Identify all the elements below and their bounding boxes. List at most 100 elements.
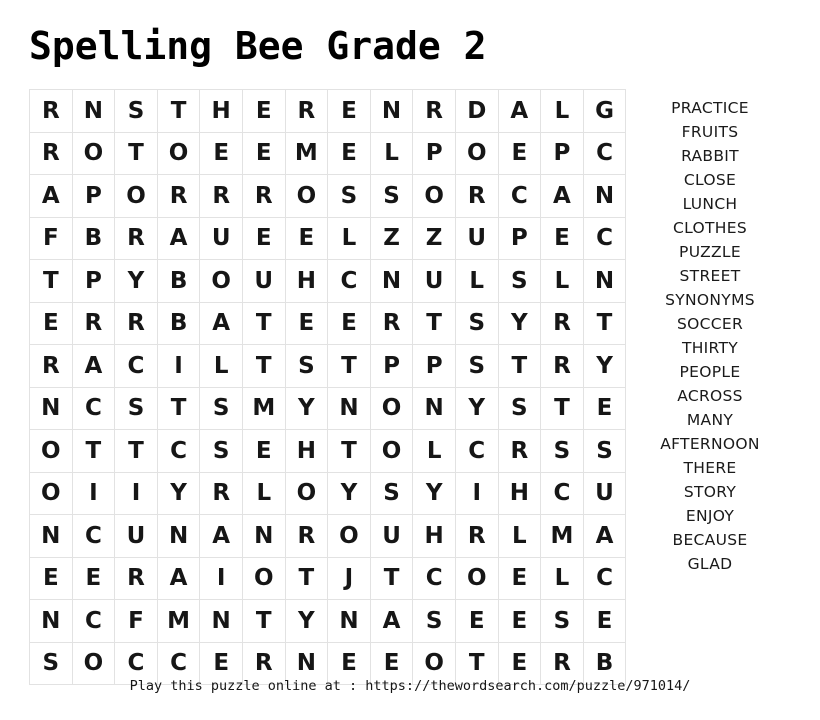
grid-cell[interactable]: R	[284, 89, 329, 133]
grid-cell[interactable]: P	[71, 174, 116, 218]
grid-cell[interactable]: Z	[412, 216, 456, 260]
grid-cell[interactable]: E	[241, 216, 286, 260]
grid-cell[interactable]: I	[454, 471, 499, 515]
word-list-item[interactable]: ACROSS	[620, 384, 800, 408]
word-list-item[interactable]: CLOSE	[620, 168, 800, 192]
grid-cell[interactable]: L	[454, 259, 499, 303]
grid-cell[interactable]: C	[497, 174, 542, 218]
grid-cell[interactable]: N	[369, 89, 414, 133]
word-list-item[interactable]: SYNONYMS	[620, 288, 800, 312]
grid-cell[interactable]: M	[540, 514, 584, 558]
grid-cell[interactable]: E	[327, 89, 371, 133]
grid-cell[interactable]: U	[199, 216, 243, 260]
grid-cell[interactable]: R	[241, 174, 286, 218]
grid-cell[interactable]: S	[540, 599, 584, 643]
grid-cell[interactable]: H	[497, 471, 542, 515]
grid-cell[interactable]: T	[114, 429, 158, 473]
grid-cell[interactable]: R	[199, 174, 243, 218]
grid-cell[interactable]: L	[497, 514, 542, 558]
grid-cell[interactable]: R	[29, 131, 73, 175]
grid-cell[interactable]: P	[369, 344, 414, 388]
word-list-item[interactable]: LUNCH	[620, 192, 800, 216]
word-list-item[interactable]: CLOTHES	[620, 216, 800, 240]
grid-cell[interactable]: O	[241, 556, 286, 600]
grid-cell[interactable]: O	[284, 471, 329, 515]
grid-cell[interactable]: R	[284, 514, 329, 558]
grid-cell[interactable]: O	[114, 174, 158, 218]
grid-cell[interactable]: C	[114, 344, 158, 388]
grid-cell[interactable]: T	[497, 344, 542, 388]
grid-cell[interactable]: Z	[369, 216, 414, 260]
grid-cell[interactable]: L	[199, 344, 243, 388]
grid-cell[interactable]: T	[114, 131, 158, 175]
grid-cell[interactable]: N	[327, 599, 371, 643]
grid-cell[interactable]: Y	[454, 386, 499, 430]
grid-cell[interactable]: N	[29, 386, 73, 430]
grid-cell[interactable]: I	[199, 556, 243, 600]
grid-cell[interactable]: U	[369, 514, 414, 558]
grid-cell[interactable]: L	[540, 259, 584, 303]
grid-cell[interactable]: O	[454, 556, 499, 600]
grid-cell[interactable]: T	[327, 429, 371, 473]
grid-cell[interactable]: P	[497, 216, 542, 260]
grid-cell[interactable]: C	[71, 599, 116, 643]
grid-cell[interactable]: S	[369, 471, 414, 515]
grid-cell[interactable]: O	[284, 174, 329, 218]
grid-cell[interactable]: E	[29, 301, 73, 345]
grid-cell[interactable]: N	[327, 386, 371, 430]
grid-cell[interactable]: O	[29, 471, 73, 515]
grid-cell[interactable]: S	[540, 429, 584, 473]
grid-cell[interactable]: O	[369, 429, 414, 473]
grid-cell[interactable]: N	[241, 514, 286, 558]
grid-cell[interactable]: R	[540, 344, 584, 388]
grid-cell[interactable]: B	[156, 301, 201, 345]
grid-cell[interactable]: U	[412, 259, 456, 303]
grid-cell[interactable]: C	[412, 556, 456, 600]
grid-cell[interactable]: A	[497, 89, 542, 133]
grid-cell[interactable]: T	[29, 259, 73, 303]
grid-cell[interactable]: T	[241, 599, 286, 643]
grid-cell[interactable]: O	[327, 514, 371, 558]
word-list-item[interactable]: AFTERNOON	[620, 432, 800, 456]
grid-cell[interactable]: T	[327, 344, 371, 388]
grid-cell[interactable]: R	[497, 429, 542, 473]
grid-cell[interactable]: S	[114, 386, 158, 430]
grid-cell[interactable]: C	[156, 429, 201, 473]
grid-cell[interactable]: B	[156, 259, 201, 303]
grid-cell[interactable]: E	[284, 216, 329, 260]
grid-cell[interactable]: L	[369, 131, 414, 175]
grid-cell[interactable]: I	[156, 344, 201, 388]
grid-cell[interactable]: T	[540, 386, 584, 430]
grid-cell[interactable]: E	[327, 131, 371, 175]
grid-cell[interactable]: R	[29, 344, 73, 388]
grid-cell[interactable]: P	[412, 131, 456, 175]
grid-cell[interactable]: N	[199, 599, 243, 643]
grid-cell[interactable]: S	[199, 386, 243, 430]
grid-cell[interactable]: S	[114, 89, 158, 133]
grid-cell[interactable]: R	[454, 174, 499, 218]
grid-cell[interactable]: I	[71, 471, 116, 515]
grid-cell[interactable]: Y	[412, 471, 456, 515]
grid-cell[interactable]: A	[199, 301, 243, 345]
grid-cell[interactable]: A	[369, 599, 414, 643]
grid-cell[interactable]: R	[540, 301, 584, 345]
grid-cell[interactable]: T	[156, 89, 201, 133]
grid-cell[interactable]: R	[29, 89, 73, 133]
grid-cell[interactable]: U	[241, 259, 286, 303]
grid-cell[interactable]: U	[114, 514, 158, 558]
grid-cell[interactable]: O	[199, 259, 243, 303]
grid-cell[interactable]: T	[241, 344, 286, 388]
grid-cell[interactable]: E	[327, 301, 371, 345]
grid-cell[interactable]: T	[369, 556, 414, 600]
grid-cell[interactable]: M	[156, 599, 201, 643]
grid-cell[interactable]: A	[29, 174, 73, 218]
grid-cell[interactable]: E	[241, 429, 286, 473]
grid-cell[interactable]: C	[71, 386, 116, 430]
grid-cell[interactable]: R	[114, 216, 158, 260]
grid-cell[interactable]: S	[497, 386, 542, 430]
grid-cell[interactable]: S	[497, 259, 542, 303]
grid-cell[interactable]: N	[412, 386, 456, 430]
grid-cell[interactable]: R	[156, 174, 201, 218]
word-list-item[interactable]: STREET	[620, 264, 800, 288]
word-list-item[interactable]: BECAUSE	[620, 528, 800, 552]
